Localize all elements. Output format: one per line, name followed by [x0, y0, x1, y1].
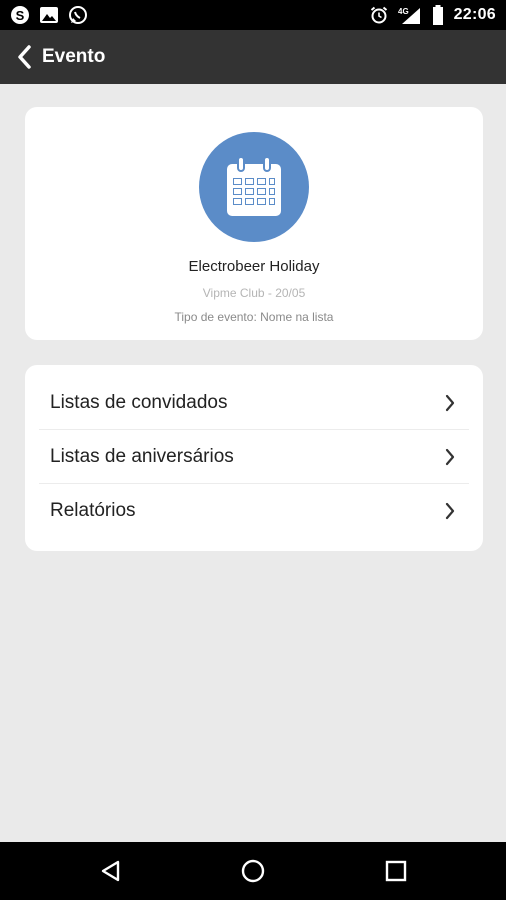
menu-item-label: Listas de aniversários: [50, 445, 234, 467]
recents-square-icon: [385, 860, 407, 882]
back-triangle-icon: [101, 860, 120, 882]
menu-item-listas-convidados[interactable]: Listas de convidados: [39, 376, 469, 430]
status-time: 22:06: [453, 6, 496, 23]
menu-item-label: Relatórios: [50, 500, 136, 521]
network-type: 4G: [398, 7, 409, 16]
chevron-right-icon: [445, 394, 455, 412]
nav-home-button[interactable]: [233, 851, 273, 891]
image-icon: [40, 7, 58, 23]
event-card: Electrobeer Holiday Vipme Club - 20/05 T…: [25, 107, 483, 340]
calendar-icon: [227, 156, 281, 216]
chevron-right-icon: [445, 448, 455, 466]
menu-card: Listas de convidados Listas de aniversár…: [25, 365, 483, 551]
event-type: Tipo de evento: Nome na lista: [174, 310, 334, 324]
home-circle-icon: [241, 859, 265, 883]
event-title: Electrobeer Holiday: [188, 258, 320, 275]
menu-item-listas-aniversarios[interactable]: Listas de aniversários: [39, 430, 469, 484]
nav-recents-button[interactable]: [376, 851, 416, 891]
menu-item-relatorios[interactable]: Relatórios: [39, 484, 469, 538]
status-left: S: [10, 5, 88, 25]
chevron-right-icon: [445, 502, 455, 520]
menu-item-label: Listas de convidados: [50, 391, 228, 413]
page-title: Evento: [42, 46, 106, 67]
alarm-icon: [370, 6, 388, 24]
event-subtitle: Vipme Club - 20/05: [202, 286, 306, 300]
svg-text:S: S: [16, 8, 25, 23]
event-avatar: [199, 132, 309, 242]
navigation-bar: [0, 842, 506, 900]
back-button[interactable]: [10, 37, 38, 77]
signal-icon: 4G: [398, 6, 422, 24]
chevron-left-icon: [18, 45, 31, 69]
nav-back-button[interactable]: [91, 851, 131, 891]
status-right: 4G 22:06: [370, 5, 496, 25]
whatsapp-icon: [68, 5, 88, 25]
battery-icon: [432, 5, 444, 25]
status-bar: S 4G 22:06: [0, 0, 506, 30]
skype-icon: S: [10, 5, 30, 25]
toolbar: Evento: [0, 30, 506, 84]
